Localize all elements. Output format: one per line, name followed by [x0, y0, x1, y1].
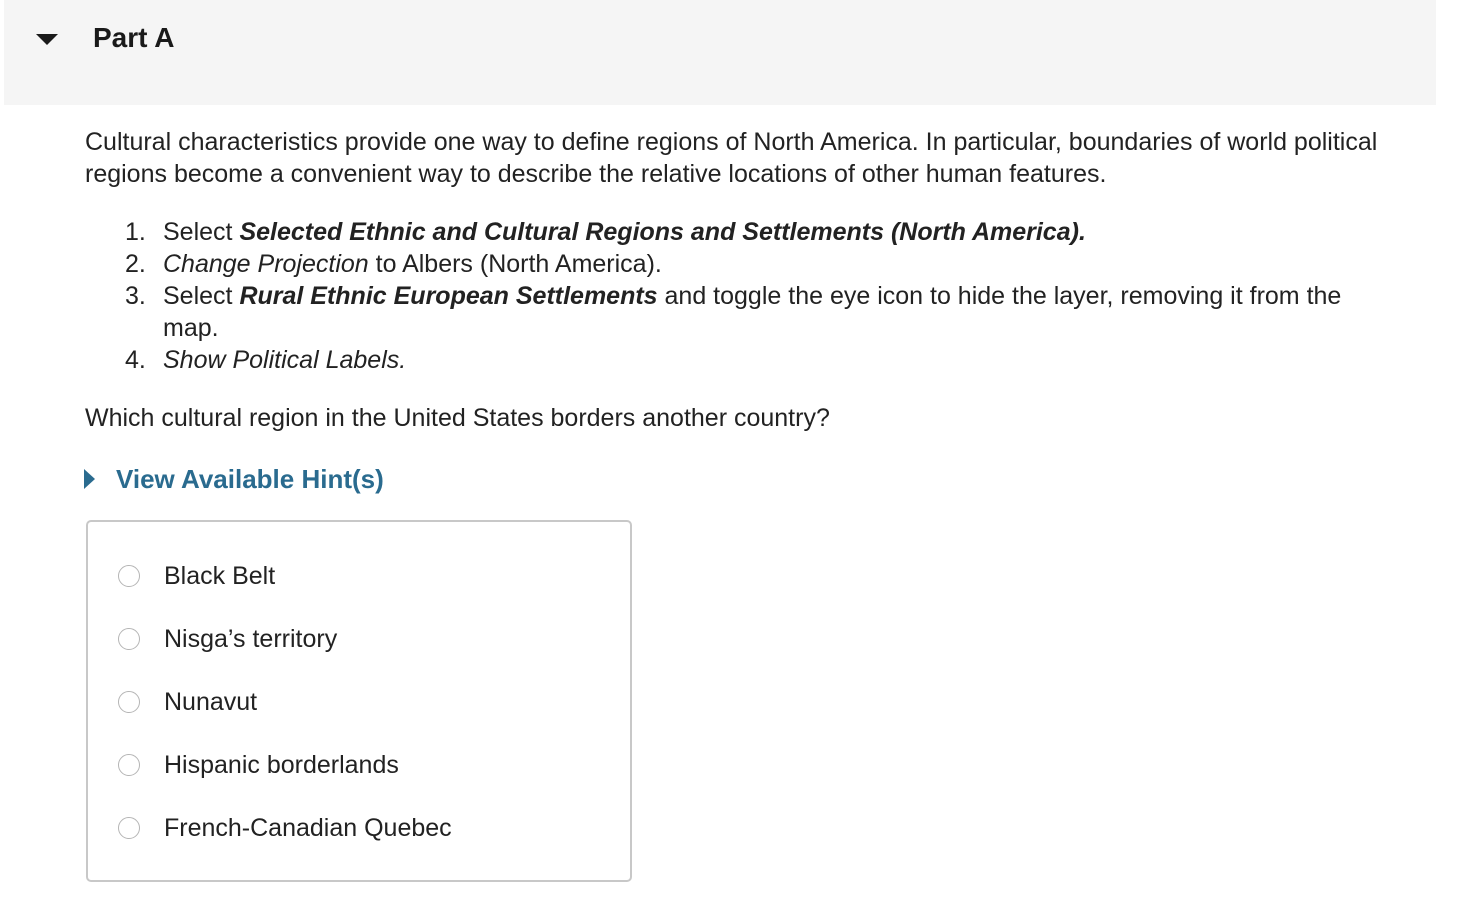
step-number: 1.: [125, 218, 146, 246]
choice-hispanic-borderlands[interactable]: Hispanic borderlands: [118, 745, 399, 785]
intro-text: Cultural characteristics provide one way…: [85, 128, 1378, 188]
choice-french-canadian-quebec[interactable]: French-Canadian Quebec: [118, 808, 452, 848]
instruction-list: 1. Select Selected Ethnic and Cultural Re…: [125, 216, 1365, 376]
view-hints-toggle[interactable]: View Available Hint(s): [84, 462, 384, 496]
step-number: 3.: [125, 282, 146, 310]
step-text-emphasis: Rural Ethnic European Settlements: [239, 282, 658, 310]
step-text-emphasis: Selected Ethnic and Cultural Regions and…: [239, 218, 1086, 246]
part-header[interactable]: Part A: [4, 0, 1436, 105]
radio-button[interactable]: [118, 817, 140, 839]
part-title: Part A: [93, 22, 175, 53]
radio-button[interactable]: [118, 565, 140, 587]
radio-button[interactable]: [118, 628, 140, 650]
choice-black-belt[interactable]: Black Belt: [118, 556, 275, 596]
step-number: 2.: [125, 250, 146, 278]
radio-button[interactable]: [118, 754, 140, 776]
choice-label[interactable]: Hispanic borderlands: [164, 751, 399, 780]
page: Part A Cultural characteristics provide …: [0, 0, 1460, 902]
step-text-emphasis: Change Projection: [163, 250, 369, 278]
caret-right-icon[interactable]: [84, 469, 95, 489]
step-text-emphasis: Show Political Labels.: [163, 346, 407, 374]
step-text-pre: Select: [163, 282, 240, 310]
choice-label[interactable]: Nisga’s territory: [164, 625, 337, 654]
instruction-step: 4. Show Political Labels.: [125, 344, 1365, 376]
choice-nisgas-territory[interactable]: Nisga’s territory: [118, 619, 337, 659]
caret-down-icon[interactable]: [36, 34, 58, 45]
answer-choices: Black Belt Nisga’s territory Nunavut His…: [86, 520, 632, 882]
instruction-step: 3. Select Rural Ethnic European Settlemen…: [125, 280, 1365, 344]
step-text-post: to Albers (North America).: [368, 250, 662, 278]
view-hints-link[interactable]: View Available Hint(s): [116, 464, 384, 495]
choice-label[interactable]: Black Belt: [164, 562, 275, 591]
step-text-pre: Select: [163, 218, 240, 246]
choice-label[interactable]: French-Canadian Quebec: [164, 814, 452, 843]
step-number: 4.: [125, 346, 146, 374]
instruction-step: 1. Select Selected Ethnic and Cultural Re…: [125, 216, 1365, 248]
radio-button[interactable]: [118, 691, 140, 713]
instruction-step: 2. Change Projection to Albers (North Ame…: [125, 248, 1365, 280]
choice-label[interactable]: Nunavut: [164, 688, 257, 717]
choice-nunavut[interactable]: Nunavut: [118, 682, 257, 722]
question-text: Which cultural region in the United Stat…: [85, 404, 830, 432]
